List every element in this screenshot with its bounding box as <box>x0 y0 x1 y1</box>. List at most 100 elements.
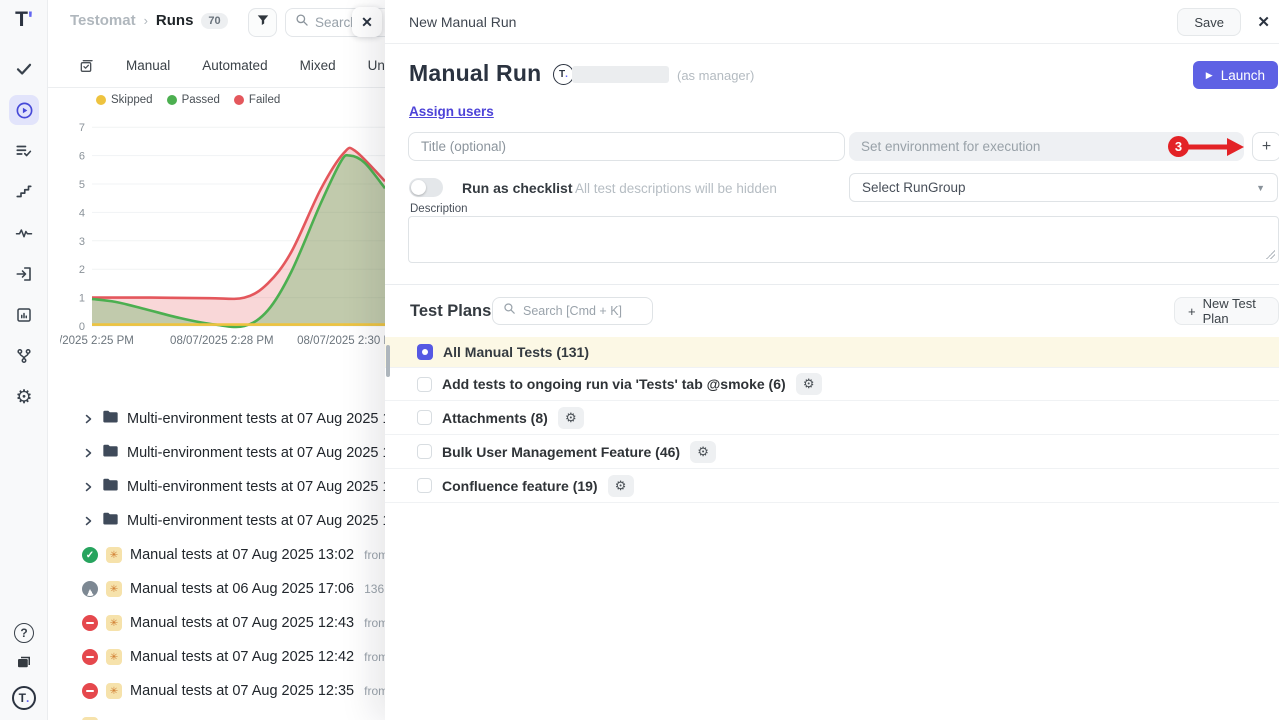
testomat-logo[interactable]: T' <box>0 8 48 32</box>
sidebar-item-reports[interactable] <box>9 300 39 330</box>
run-meta: from Custom <box>364 650 385 664</box>
gear-icon[interactable]: ⚙ <box>558 407 584 429</box>
test-plan-row[interactable]: Confluence feature (19) ⚙ <box>385 469 1279 503</box>
svg-text:7: 7 <box>79 122 85 134</box>
breadcrumb-page[interactable]: Runs <box>156 12 194 29</box>
sidebar-item-analytics[interactable] <box>9 218 39 248</box>
run-label[interactable]: Manual tests at 07 Aug 2025 12:35 <box>130 683 354 699</box>
rungroup-select[interactable]: Select RunGroup ▼ <box>849 173 1278 202</box>
chevron-right-icon[interactable] <box>82 447 94 459</box>
run-label[interactable]: Multi-environment tests at 07 Aug 2025 1… <box>127 513 385 529</box>
run-label[interactable]: Manual tests at 07 Aug 2025 12:43 <box>130 615 354 631</box>
run-label[interactable]: Multi-environment tests at 07 Aug 2025 1… <box>127 411 385 427</box>
run-label[interactable]: Multi-environment tests at 07 Aug 2025 1… <box>127 445 385 461</box>
report-icon <box>15 306 33 324</box>
gear-icon[interactable]: ⚙ <box>796 373 822 395</box>
test-plans-search-input[interactable]: Search [Cmd + K] <box>492 297 653 325</box>
manual-run-icon: ✳ <box>106 581 122 597</box>
legend-item-skipped[interactable]: Skipped <box>96 94 153 106</box>
svg-text:4: 4 <box>79 207 85 219</box>
test-plan-row[interactable]: Attachments (8)⚙ <box>385 401 1279 435</box>
run-as-checklist-toggle[interactable] <box>409 178 443 197</box>
tab-automated[interactable]: Automated <box>202 58 267 73</box>
description-textarea[interactable] <box>408 216 1279 263</box>
run-row[interactable]: ✳Manual tests at 07 Aug 2025 12:43from C… <box>48 606 385 640</box>
checkbox-unchecked[interactable] <box>417 444 432 459</box>
bottom-logo-icon[interactable]: T. <box>12 686 36 710</box>
scrollbar-thumb[interactable] <box>386 345 390 377</box>
run-row[interactable]: ✳Manual tests at 07 Aug 2025 12:42from C… <box>48 640 385 674</box>
sidebar-item-settings[interactable]: ⚙ <box>9 382 39 412</box>
new-test-plan-label: New Test Plan <box>1203 296 1265 326</box>
run-label[interactable]: Multi-environment tests at 07 Aug 2025 1… <box>127 479 385 495</box>
run-row[interactable]: ✓✳Manual tests at 07 Aug 2025 13:02from … <box>48 538 385 572</box>
run-folder-row[interactable]: Multi-environment tests at 07 Aug 2025 1… <box>48 436 385 470</box>
test-plan-label: Confluence feature (19) <box>442 478 598 494</box>
close-icon[interactable]: ✕ <box>1257 13 1270 31</box>
toggle-knob <box>411 180 426 195</box>
chevron-right-icon[interactable] <box>82 413 94 425</box>
sidebar-item-test-plans[interactable] <box>9 136 39 166</box>
sidebar-item-milestones[interactable] <box>9 177 39 207</box>
play-circle-icon <box>15 101 34 120</box>
tab-manual[interactable]: Manual <box>126 58 170 73</box>
run-meta: 136 tests <box>364 582 385 596</box>
owner-name-redacted <box>572 66 669 83</box>
list-check-icon <box>15 142 33 160</box>
as-manager-label: (as manager) <box>677 68 754 83</box>
checkbox-unchecked[interactable] <box>417 410 432 425</box>
new-test-plan-button[interactable]: + New Test Plan <box>1174 297 1279 325</box>
logo-accent: ' <box>28 8 33 31</box>
resize-handle-icon[interactable] <box>1266 250 1275 259</box>
chevron-right-icon[interactable] <box>82 515 94 527</box>
help-icon[interactable]: ? <box>14 623 34 643</box>
launch-button[interactable]: ▶ Launch <box>1193 61 1278 89</box>
all-manual-tests-row[interactable]: All Manual Tests (131) <box>385 337 1279 367</box>
sidebar-item-branches[interactable] <box>9 341 39 371</box>
run-folder-row[interactable]: Multi-environment tests at 07 Aug 2025 1… <box>48 402 385 436</box>
gear-icon[interactable]: ⚙ <box>690 441 716 463</box>
passed-status-icon: ✓ <box>82 547 98 563</box>
checkbox-checked-icon[interactable] <box>417 344 433 360</box>
title-placeholder: Title (optional) <box>421 139 506 154</box>
pages-icon[interactable] <box>15 653 33 676</box>
checkbox-unchecked[interactable] <box>417 478 432 493</box>
breadcrumb-app[interactable]: Testomat <box>70 12 136 29</box>
svg-text:5: 5 <box>79 179 85 191</box>
run-label[interactable]: Manual tests at 06 Aug 2025 17:06 <box>130 581 354 597</box>
folder-icon <box>102 511 119 531</box>
tab-mixed[interactable]: Mixed <box>300 58 336 73</box>
legend-item-passed[interactable]: Passed <box>167 94 220 106</box>
assign-users-link[interactable]: Assign users <box>409 104 494 119</box>
test-plan-row[interactable]: Bulk User Management Feature (46)⚙ <box>385 435 1279 469</box>
search-clear-button[interactable]: ✕ <box>352 7 382 37</box>
chart-canvas: 01234567 <box>60 112 385 334</box>
run-row[interactable]: ✳Manual tests at 07 Aug 2025 12:35from C… <box>48 674 385 708</box>
run-folder-row[interactable]: Multi-environment tests at 07 Aug 2025 1… <box>48 504 385 538</box>
test-plan-row[interactable]: Add tests to ongoing run via 'Tests' tab… <box>385 367 1279 401</box>
folder-icon <box>102 443 119 463</box>
run-row[interactable]: ✳ <box>48 708 385 720</box>
select-all-icon[interactable] <box>78 58 94 74</box>
run-label[interactable]: Manual tests at 07 Aug 2025 12:42 <box>130 649 354 665</box>
run-folder-row[interactable]: Multi-environment tests at 07 Aug 2025 1… <box>48 470 385 504</box>
legend-item-failed[interactable]: Failed <box>234 94 280 106</box>
sidebar-item-import[interactable] <box>9 259 39 289</box>
run-row[interactable]: ✳ Manual tests at 06 Aug 2025 17:06 136 te… <box>48 572 385 606</box>
add-environment-button[interactable]: + <box>1252 132 1279 161</box>
breadcrumb-separator: › <box>144 13 148 28</box>
sidebar-item-runs[interactable] <box>9 95 39 125</box>
title-input[interactable]: Title (optional) <box>408 132 845 161</box>
manual-run-icon: ✳ <box>106 615 122 631</box>
runs-trend-chart: SkippedPassedFailed 08/07/2025 2:25 PM08… <box>60 88 385 356</box>
filter-button[interactable] <box>248 8 277 37</box>
gear-icon[interactable]: ⚙ <box>608 475 634 497</box>
funnel-icon <box>256 13 270 32</box>
save-button[interactable]: Save <box>1177 8 1241 36</box>
chevron-right-icon[interactable] <box>82 481 94 493</box>
search-icon <box>503 302 516 320</box>
sidebar-item-tests[interactable] <box>9 54 39 84</box>
annotation-arrow-icon <box>1187 137 1245 162</box>
run-label[interactable]: Manual tests at 07 Aug 2025 13:02 <box>130 547 354 563</box>
checkbox-unchecked[interactable] <box>417 377 432 392</box>
